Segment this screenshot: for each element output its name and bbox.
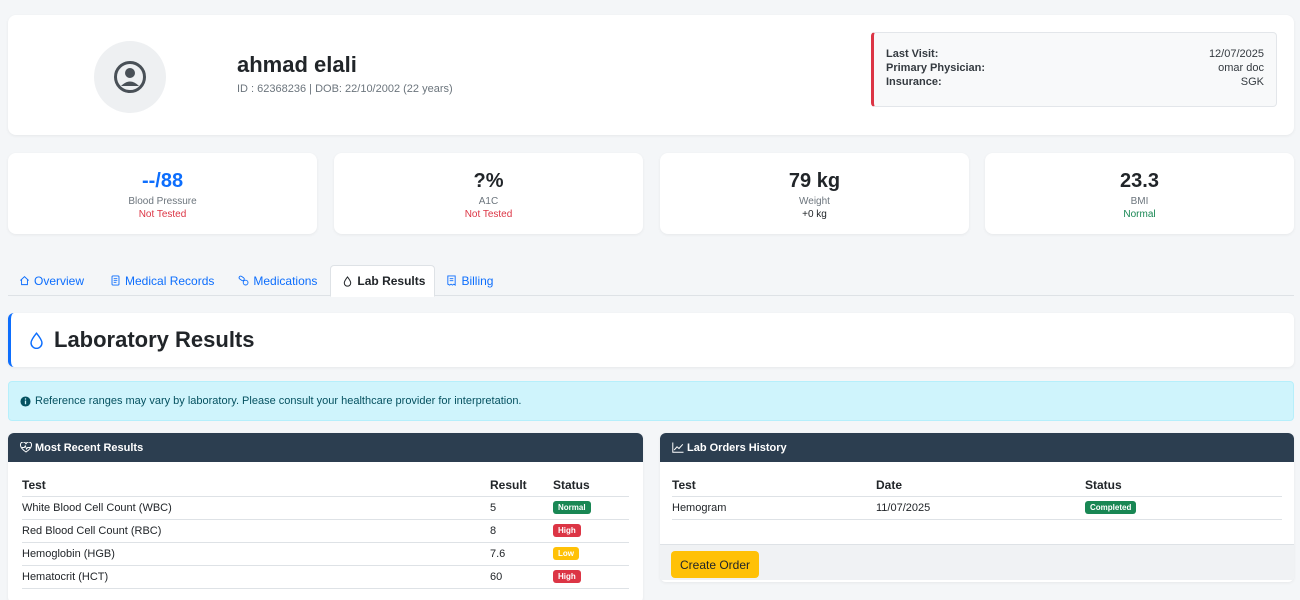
physician-row: Primary Physician: omar doc: [886, 61, 1264, 75]
section-title-card: Laboratory Results: [8, 313, 1294, 367]
patient-header-card: ahmad elali ID : 62368236 | DOB: 22/10/2…: [8, 15, 1294, 135]
panel-title: Lab Orders History: [687, 441, 787, 454]
info-value: omar doc: [1218, 62, 1264, 74]
droplet-icon: [344, 275, 352, 287]
chart-line-icon: [672, 442, 684, 453]
info-label: Insurance:: [886, 76, 942, 88]
user-icon: [114, 61, 146, 93]
lab-orders-panel: Lab Orders History Test Date Status Hemo…: [660, 433, 1294, 582]
status-badge: High: [553, 524, 581, 537]
stat-label: BMI: [1130, 196, 1149, 207]
heart-pulse-icon: [20, 442, 32, 453]
info-value: SGK: [1240, 76, 1264, 88]
column-header: Status: [1085, 474, 1282, 497]
stat-value: ?%: [473, 170, 504, 192]
panel-footer: Create Order: [660, 544, 1294, 580]
test-name: White Blood Cell Count (WBC): [22, 496, 490, 520]
order-test: Hemogram: [672, 496, 876, 520]
page-title: Laboratory Results: [54, 327, 255, 352]
info-icon: [20, 395, 31, 407]
pills-icon: [239, 275, 249, 286]
column-header: Test: [672, 474, 876, 497]
avatar: [94, 41, 166, 113]
info-label: Last Visit:: [886, 48, 939, 60]
last-visit-row: Last Visit: 12/07/2025: [886, 47, 1264, 61]
order-date: 11/07/2025: [876, 496, 1085, 520]
lab-orders-table: Test Date Status Hemogram 11/07/2025 Com…: [672, 474, 1282, 520]
test-name: Hematocrit (HCT): [22, 565, 490, 589]
tab-medications[interactable]: Medications: [227, 265, 326, 296]
test-name: Red Blood Cell Count (RBC): [22, 519, 490, 543]
table-row[interactable]: Hematocrit (HCT) 60 High: [22, 565, 629, 589]
column-header: Test: [22, 474, 490, 497]
tab-medical-records[interactable]: Medical Records: [99, 265, 223, 296]
stat-label: A1C: [478, 196, 499, 207]
stat-status: Not Tested: [464, 209, 513, 220]
tab-label: Medications: [253, 273, 318, 288]
stat-card-weight: 79 kg Weight +0 kg: [660, 153, 969, 234]
visit-info-box: Last Visit: 12/07/2025 Primary Physician…: [871, 32, 1277, 107]
stat-status: Normal: [1123, 209, 1156, 220]
receipt-icon: [447, 275, 457, 286]
column-header: Status: [553, 474, 629, 497]
file-icon: [111, 275, 120, 286]
tab-label: Medical Records: [125, 273, 215, 288]
stat-card-blood-pressure: --/88 Blood Pressure Not Tested: [8, 153, 317, 234]
tab-label: Billing: [461, 273, 494, 288]
panel-title: Most Recent Results: [35, 441, 144, 454]
test-name: Hemoglobin (HGB): [22, 542, 490, 566]
patient-name: ahmad elali: [237, 52, 357, 77]
patient-id-dob: ID : 62368236 | DOB: 22/10/2002 (22 year…: [237, 83, 453, 95]
info-value: 12/07/2025: [1208, 48, 1264, 60]
table-header-row: Test Date Status: [672, 474, 1282, 497]
droplet-icon: [30, 331, 43, 349]
insurance-row: Insurance: SGK: [886, 75, 1264, 89]
stat-label: Blood Pressure: [128, 196, 197, 207]
stat-status: Not Tested: [138, 209, 187, 220]
panel-header: Most Recent Results: [8, 433, 643, 462]
column-header: Result: [490, 474, 553, 497]
tab-label: Lab Results: [357, 274, 426, 288]
tab-overview[interactable]: Overview: [8, 265, 93, 296]
alert-text: Reference ranges may vary by laboratory.…: [35, 395, 522, 407]
status-badge: Completed: [1085, 501, 1137, 514]
test-result: 5: [490, 496, 553, 520]
info-alert: Reference ranges may vary by laboratory.…: [8, 381, 1294, 421]
tab-billing[interactable]: Billing: [435, 265, 502, 296]
create-order-button[interactable]: Create Order: [671, 551, 760, 578]
table-row[interactable]: Hemoglobin (HGB) 7.6 Low: [22, 542, 629, 566]
tab-label: Overview: [34, 273, 85, 288]
status-badge: Normal: [553, 501, 591, 514]
status-badge: High: [553, 570, 581, 583]
test-result: 60: [490, 565, 553, 589]
column-header: Date: [876, 474, 1085, 497]
stat-value: 79 kg: [788, 170, 841, 192]
table-row[interactable]: Hemogram 11/07/2025 Completed: [672, 496, 1282, 520]
status-badge: Low: [553, 547, 579, 560]
stat-card-bmi: 23.3 BMI Normal: [985, 153, 1294, 234]
stat-card-a1c: ?% A1C Not Tested: [334, 153, 643, 234]
panel-header: Lab Orders History: [660, 433, 1294, 462]
tab-bar: Overview Medical Records Medications Lab…: [8, 265, 1294, 297]
table-row[interactable]: Red Blood Cell Count (RBC) 8 High: [22, 519, 629, 543]
table-header-row: Test Result Status: [22, 474, 629, 497]
home-icon: [20, 276, 29, 286]
stat-status: +0 kg: [802, 209, 827, 220]
stat-value: 23.3: [1120, 170, 1159, 192]
info-label: Primary Physician:: [886, 62, 986, 74]
recent-results-panel: Most Recent Results Test Result Status W…: [8, 433, 643, 600]
tab-lab-results[interactable]: Lab Results: [330, 265, 436, 297]
stat-label: Weight: [799, 196, 830, 207]
recent-results-table: Test Result Status White Blood Cell Coun…: [22, 474, 629, 589]
stat-value: --/88: [141, 170, 184, 192]
table-row[interactable]: White Blood Cell Count (WBC) 5 Normal: [22, 496, 629, 520]
test-result: 8: [490, 519, 553, 543]
test-result: 7.6: [490, 542, 553, 566]
